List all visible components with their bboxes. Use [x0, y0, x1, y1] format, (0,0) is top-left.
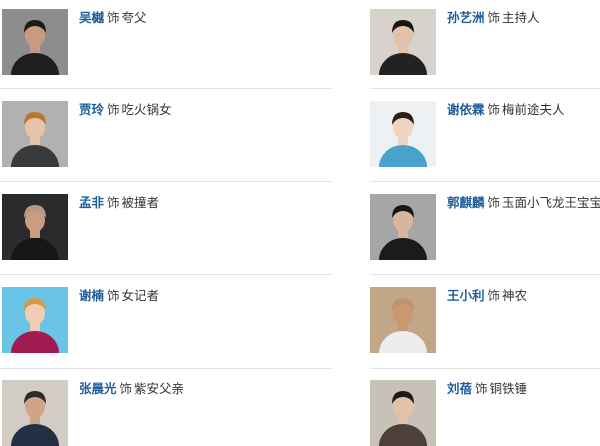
as-label: 饰 — [487, 195, 501, 210]
actor-photo[interactable] — [370, 194, 436, 260]
actor-photo-image — [370, 101, 436, 167]
actor-photo-image — [370, 380, 436, 446]
actor-photo-image — [370, 194, 436, 260]
actor-photo-image — [2, 194, 68, 260]
cast-caption: 张晨光饰紫安父亲 — [79, 381, 184, 397]
actor-name-link[interactable]: 贾玲 — [79, 102, 104, 117]
actor-name-link[interactable]: 吴樾 — [79, 10, 104, 25]
cast-caption: 谢楠饰女记者 — [79, 288, 159, 304]
role-name: 梅前途夫人 — [502, 102, 565, 117]
actor-name-link[interactable]: 王小利 — [447, 288, 485, 303]
cast-item[interactable]: 孙艺洲饰主持人 — [370, 9, 600, 75]
cast-item[interactable]: 谢楠饰女记者 — [2, 287, 234, 353]
actor-photo[interactable] — [2, 287, 68, 353]
row-divider — [370, 368, 600, 369]
actor-photo[interactable] — [370, 380, 436, 446]
cast-item[interactable]: 吴樾饰夸父 — [2, 9, 234, 75]
cast-item[interactable]: 张晨光饰紫安父亲 — [2, 380, 234, 446]
actor-photo-image — [2, 380, 68, 446]
actor-photo-image — [370, 9, 436, 75]
cast-caption: 郭麒麟饰玉面小飞龙王宝宝 — [447, 195, 600, 211]
cast-item[interactable]: 郭麒麟饰玉面小飞龙王宝宝 — [370, 194, 600, 260]
as-label: 饰 — [487, 288, 501, 303]
role-name: 紫安父亲 — [134, 381, 185, 396]
actor-photo[interactable] — [2, 380, 68, 446]
as-label: 饰 — [487, 10, 501, 25]
role-name: 夸父 — [121, 10, 147, 25]
as-label: 饰 — [487, 102, 501, 117]
actor-name-link[interactable]: 孙艺洲 — [447, 10, 485, 25]
role-name: 铜铁锤 — [489, 381, 528, 396]
cast-caption: 孙艺洲饰主持人 — [447, 10, 540, 26]
role-name: 吃火锅女 — [121, 102, 172, 117]
actor-name-link[interactable]: 谢依霖 — [447, 102, 485, 117]
role-name: 主持人 — [502, 10, 540, 25]
cast-item[interactable]: 谢依霖饰梅前途夫人 — [370, 101, 600, 167]
row-divider — [370, 88, 600, 89]
cast-caption: 贾玲饰吃火锅女 — [79, 102, 172, 118]
cast-caption: 谢依霖饰梅前途夫人 — [447, 102, 565, 118]
as-label: 饰 — [107, 102, 120, 117]
actor-photo-image — [2, 287, 68, 353]
role-name: 女记者 — [121, 288, 160, 303]
row-divider — [0, 368, 332, 369]
actor-name-link[interactable]: 张晨光 — [79, 381, 117, 396]
actor-photo-image — [2, 9, 68, 75]
actor-photo[interactable] — [370, 101, 436, 167]
actor-photo[interactable] — [370, 287, 436, 353]
cast-item[interactable]: 王小利饰神农 — [370, 287, 600, 353]
actor-name-link[interactable]: 谢楠 — [79, 288, 104, 303]
cast-item[interactable]: 刘蓓饰铜铁锤 — [370, 380, 600, 446]
actor-photo-image — [2, 101, 68, 167]
as-label: 饰 — [475, 381, 488, 396]
role-name: 神农 — [502, 288, 528, 303]
as-label: 饰 — [119, 381, 133, 396]
actor-name-link[interactable]: 孟非 — [79, 195, 104, 210]
cast-caption: 刘蓓饰铜铁锤 — [447, 381, 527, 397]
cast-caption: 孟非饰被撞者 — [79, 195, 159, 211]
row-divider — [0, 88, 332, 89]
cast-item[interactable]: 孟非饰被撞者 — [2, 194, 234, 260]
actor-name-link[interactable]: 郭麒麟 — [447, 195, 485, 210]
cast-list: 吴樾饰夸父 孙艺洲饰主持人 贾玲 饰 吃火锅女 谢依霖 饰 梅前途夫人 孟非 饰… — [0, 0, 600, 446]
role-name: 玉面小飞龙王宝宝 — [502, 195, 600, 210]
actor-name-link[interactable]: 刘蓓 — [447, 381, 472, 396]
actor-photo[interactable] — [2, 9, 68, 75]
actor-photo[interactable] — [2, 101, 68, 167]
actor-photo[interactable] — [370, 9, 436, 75]
actor-photo[interactable] — [2, 194, 68, 260]
row-divider — [0, 274, 332, 275]
as-label: 饰 — [107, 10, 120, 25]
role-name: 被撞者 — [121, 195, 160, 210]
row-divider — [0, 181, 332, 182]
actor-photo-image — [370, 287, 436, 353]
cast-caption: 吴樾饰夸父 — [79, 10, 147, 26]
as-label: 饰 — [107, 288, 120, 303]
as-label: 饰 — [107, 195, 120, 210]
row-divider — [370, 181, 600, 182]
cast-caption: 王小利饰神农 — [447, 288, 527, 304]
cast-item[interactable]: 贾玲饰吃火锅女 — [2, 101, 234, 167]
row-divider — [370, 274, 600, 275]
